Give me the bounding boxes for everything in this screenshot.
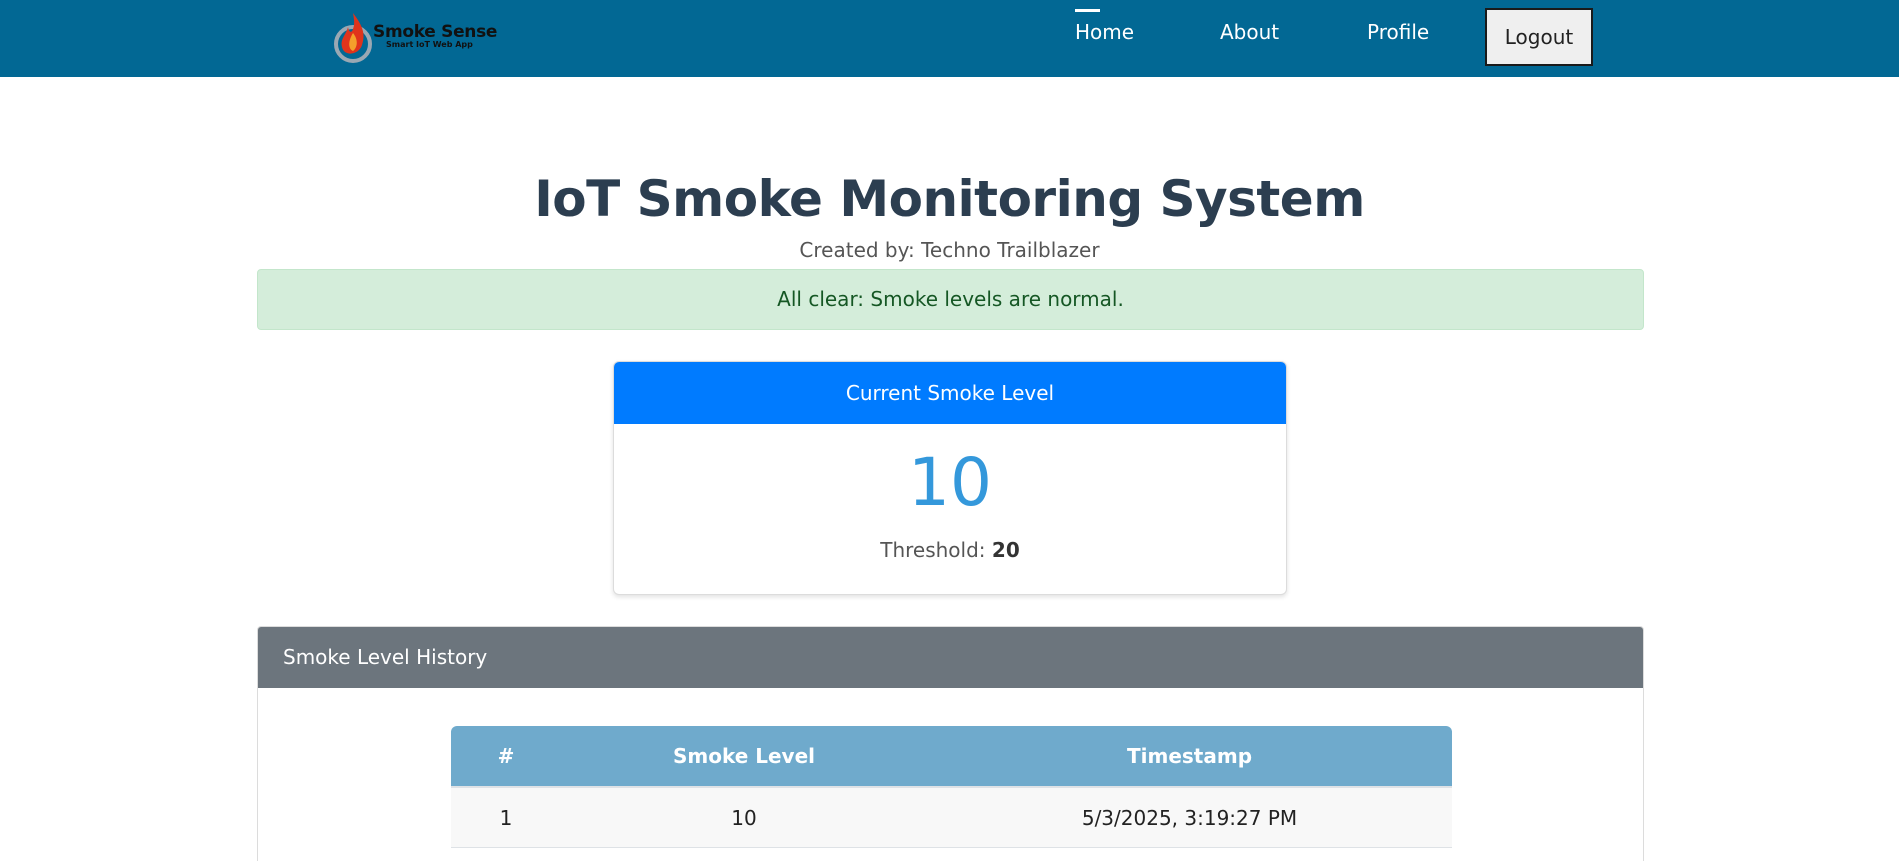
threshold-label: Threshold:	[880, 538, 986, 562]
table-row: 1 10 5/3/2025, 3:19:27 PM	[451, 786, 1452, 848]
current-level-card: Current Smoke Level 10 Threshold: 20	[613, 361, 1287, 595]
page-subtitle: Created by: Techno Trailblazer	[799, 238, 1100, 262]
nav-link-profile[interactable]: Profile	[1367, 20, 1429, 46]
row-timestamp-cell: 5/3/2025, 3:19:27 PM	[1081, 806, 1298, 830]
nav-link-about[interactable]: About	[1220, 20, 1279, 46]
smoke-sense-logo-icon	[334, 13, 372, 63]
threshold-value: 20	[991, 538, 1020, 562]
column-header-index: #	[497, 744, 515, 768]
current-level-value: 10	[908, 444, 992, 521]
column-header-smoke-level: Smoke Level	[672, 744, 816, 768]
top-navbar: Smoke Sense Smart IoT Web App Home About…	[0, 0, 1899, 77]
row-index-cell: 1	[499, 806, 513, 830]
history-header: Smoke Level History	[258, 627, 1643, 688]
nav-link-home[interactable]: Home	[1075, 20, 1134, 46]
current-level-header: Current Smoke Level	[614, 362, 1286, 424]
history-card: Smoke Level History # Smoke Level Timest…	[257, 626, 1644, 861]
history-table: # Smoke Level Timestamp 1 10 5/3/2025, 3…	[451, 726, 1452, 848]
active-nav-indicator	[1075, 9, 1100, 12]
column-header-timestamp: Timestamp	[1126, 744, 1253, 768]
status-alert: All clear: Smoke levels are normal.	[257, 269, 1644, 330]
brand-title: Smoke Sense	[373, 22, 498, 42]
table-header-row: # Smoke Level Timestamp	[451, 726, 1452, 786]
row-smoke-level-cell: 10	[731, 806, 757, 830]
logout-button[interactable]: Logout	[1485, 8, 1593, 66]
brand-tagline: Smart IoT Web App	[386, 40, 473, 49]
threshold-text: Threshold: 20	[614, 538, 1286, 562]
brand-logo[interactable]: Smoke Sense Smart IoT Web App	[332, 9, 502, 65]
page-title: IoT Smoke Monitoring System	[534, 170, 1365, 228]
